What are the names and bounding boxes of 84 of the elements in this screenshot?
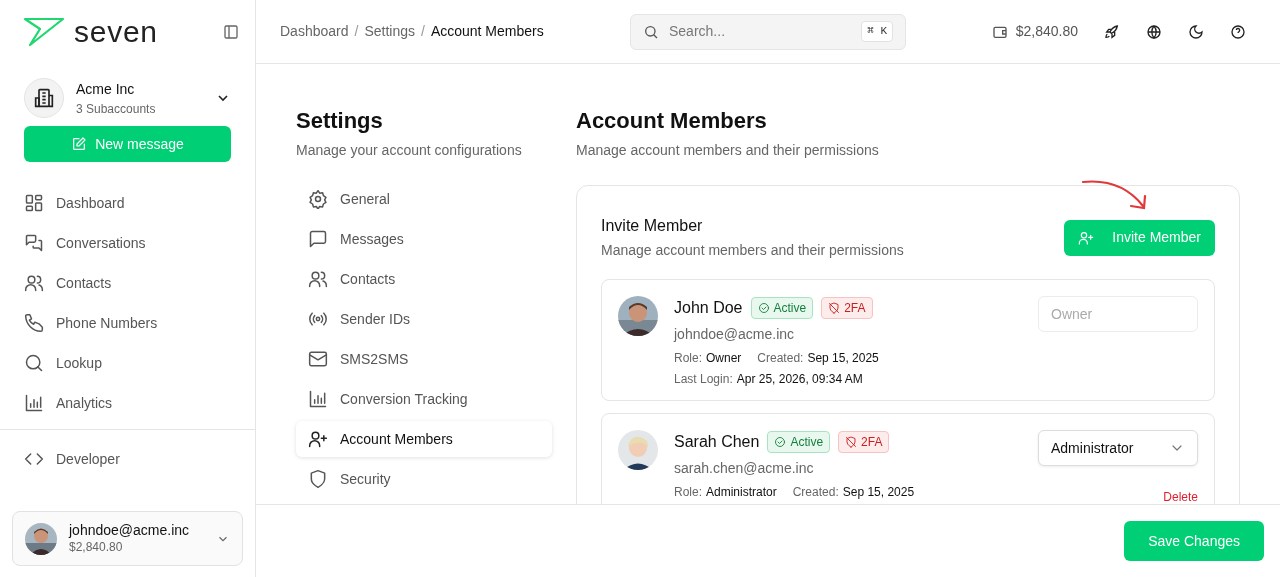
created-value: Sep 15, 2025 [842, 484, 915, 501]
users-icon [308, 269, 328, 289]
account-name: Acme Inc [76, 79, 136, 99]
settings-nav-item[interactable]: Messages [296, 221, 552, 257]
role-label: Role: [674, 350, 702, 367]
shield-icon [308, 469, 328, 489]
shield-off-icon [845, 436, 858, 448]
breadcrumb-separator: / [421, 22, 425, 41]
user-balance: $2,840.80 [69, 539, 124, 555]
created-label: Created: [792, 484, 839, 501]
last-login-value: Apr 25, 2026, 09:34 AM [736, 371, 863, 388]
balance-text: $2,840.80 [1015, 22, 1078, 41]
user-card[interactable]: johndoe@acme.inc $2,840.80 [12, 511, 243, 566]
settings-subtitle: Manage your account configurations [296, 141, 523, 160]
breadcrumb-separator: / [354, 22, 359, 41]
settings-nav-item[interactable]: Sender IDs [296, 301, 552, 337]
page-subtitle: Manage account members and their permissions [576, 141, 880, 160]
nav-item[interactable]: Lookup [24, 352, 231, 374]
settings-nav-item[interactable]: Conversion Tracking [296, 381, 552, 417]
active-badge: Active [767, 431, 831, 453]
nav-item[interactable]: Developer [24, 448, 231, 470]
phone-icon [24, 313, 44, 333]
sidebar-toggle-icon[interactable] [223, 24, 239, 40]
search-icon [643, 23, 659, 40]
search-field[interactable]: Search... ⌘ K [630, 13, 906, 50]
check-circle-icon [757, 302, 770, 314]
member-email: johndoe@acme.inc [674, 325, 796, 344]
nav-item[interactable]: Contacts [24, 272, 231, 294]
settings-nav-item[interactable]: General [296, 181, 552, 217]
role-value: Administrator [706, 484, 777, 501]
settings-nav-item[interactable]: Security [296, 461, 552, 497]
help-icon[interactable] [1230, 23, 1246, 40]
user-plus-icon [308, 429, 328, 449]
gear-icon [308, 189, 328, 209]
keyboard-shortcut: ⌘ K [861, 21, 893, 42]
user-email: johndoe@acme.inc [69, 522, 190, 540]
moon-icon[interactable] [1188, 23, 1204, 40]
two-factor-badge: 2FA [838, 431, 890, 453]
member-name: John Doe [674, 298, 743, 318]
role-label: Role: [674, 484, 702, 501]
role-value: Owner [706, 350, 742, 367]
bar-chart-icon [308, 389, 328, 409]
breadcrumb-current[interactable]: Account Members [430, 21, 544, 42]
broadcast-icon [308, 309, 328, 329]
breadcrumb-link[interactable]: Settings [364, 21, 415, 42]
building-icon [34, 88, 54, 108]
last-login-label: Last Login: [674, 371, 733, 388]
search-placeholder: Search... [669, 22, 727, 41]
role-select[interactable]: Administrator [1038, 430, 1198, 466]
logo-text: seven [74, 17, 158, 47]
rocket-icon[interactable] [1104, 23, 1120, 40]
active-badge: Active [750, 297, 814, 319]
settings-nav-item[interactable]: SMS2SMS [296, 341, 552, 377]
mail-icon [308, 349, 328, 369]
bar-chart-icon [24, 393, 44, 413]
delete-link[interactable]: Delete [1163, 488, 1198, 504]
nav-item[interactable]: Phone Numbers [24, 312, 231, 334]
settings-nav-item[interactable]: Contacts [296, 261, 552, 297]
breadcrumb-link[interactable]: Dashboard [280, 21, 349, 42]
chat-bubbles-icon [24, 233, 44, 253]
shield-off-icon [828, 302, 841, 314]
nav-item[interactable]: Conversations [24, 232, 231, 254]
settings-title: Settings [296, 107, 384, 135]
globe-icon[interactable] [1146, 23, 1162, 40]
member-name: Sarah Chen [674, 432, 760, 452]
user-plus-icon [1078, 229, 1095, 246]
page-title: Account Members [576, 107, 768, 135]
created-value: Sep 15, 2025 [807, 350, 879, 367]
dashboard-icon [24, 193, 44, 213]
two-factor-badge: 2FA [821, 297, 873, 319]
search-icon [24, 353, 44, 373]
created-label: Created: [757, 350, 804, 367]
check-circle-icon [774, 436, 787, 448]
nav-item[interactable]: Dashboard [24, 192, 231, 214]
settings-nav-item[interactable]: Account Members [296, 421, 552, 457]
invite-subtitle: Manage account members and their permissions [601, 241, 904, 260]
account-subtitle: 3 Subaccounts [76, 100, 156, 118]
logo-icon [24, 17, 64, 47]
message-icon [308, 229, 328, 249]
member-email: sarah.chen@acme.inc [674, 459, 815, 478]
invite-title: Invite Member [601, 216, 704, 236]
edit-icon [71, 136, 88, 152]
nav-item[interactable]: Analytics [24, 392, 231, 414]
users-icon [24, 273, 44, 293]
